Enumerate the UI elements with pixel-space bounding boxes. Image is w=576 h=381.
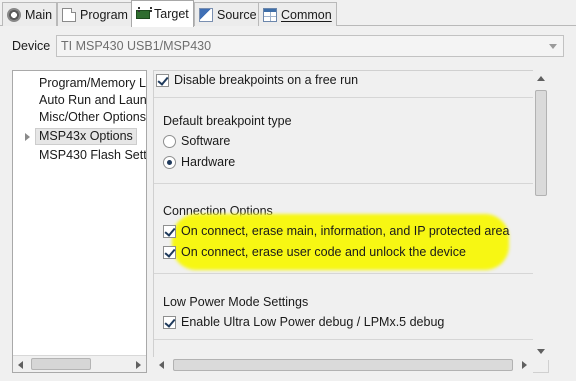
breakpoint-type-title: Default breakpoint type	[163, 114, 292, 128]
checkbox[interactable]	[163, 224, 176, 238]
gear-icon	[7, 7, 21, 22]
tab-bar: Main Program Target Source Common	[0, 0, 576, 27]
tab-label: Program	[80, 7, 128, 22]
tab-target[interactable]: Target	[131, 0, 194, 27]
tab-source[interactable]: Source	[194, 2, 262, 26]
checkbox[interactable]	[156, 73, 169, 87]
device-select[interactable]: TI MSP430 USB1/MSP430	[56, 35, 564, 57]
scroll-down-icon[interactable]	[537, 349, 545, 354]
radio-button[interactable]	[163, 155, 176, 169]
tree-horizontal-scrollbar[interactable]	[13, 355, 146, 372]
tab-label: Main	[25, 7, 53, 22]
option-label: On connect, erase user code and unlock t…	[181, 245, 466, 259]
divider	[154, 183, 539, 184]
panel-vertical-scrollbar[interactable]	[533, 70, 549, 360]
scroll-right-icon[interactable]	[136, 361, 141, 369]
disable-breakpoints-option[interactable]: Disable breakpoints on a free run	[156, 73, 358, 87]
tab-label: Common	[281, 7, 332, 22]
tab-label: Target	[154, 7, 189, 21]
document-icon	[62, 7, 76, 22]
chevron-down-icon[interactable]	[549, 44, 557, 49]
device-value: TI MSP430 USB1/MSP430	[61, 39, 212, 53]
settings-panel: Disable breakpoints on a free run Defaul…	[153, 70, 549, 373]
tree-item-program-memory[interactable]: Program/Memory L	[39, 75, 146, 92]
option-label: Enable Ultra Low Power debug / LPMx.5 de…	[181, 315, 445, 329]
scroll-up-icon[interactable]	[537, 76, 545, 81]
hardware-option[interactable]: Hardware	[163, 155, 235, 169]
scroll-left-icon[interactable]	[159, 361, 164, 369]
software-option[interactable]: Software	[163, 134, 230, 148]
tab-label: Source	[217, 7, 257, 22]
option-label: On connect, erase main, information, and…	[181, 224, 510, 238]
option-label: Hardware	[181, 155, 236, 169]
table-icon	[263, 7, 277, 22]
scroll-left-icon[interactable]	[18, 361, 23, 369]
divider	[154, 339, 539, 340]
ulp-debug-option[interactable]: Enable Ultra Low Power debug / LPMx.5 de…	[163, 315, 444, 329]
expand-arrow-icon[interactable]	[25, 133, 30, 141]
tree-item-misc-options[interactable]: Misc/Other Options	[39, 109, 146, 126]
scroll-thumb[interactable]	[535, 90, 547, 196]
option-label: Disable breakpoints on a free run	[174, 73, 359, 87]
tree-item-msp43x-options[interactable]: MSP43x Options	[35, 128, 137, 145]
source-icon	[199, 7, 213, 22]
highlight-marker	[172, 214, 509, 270]
scroll-right-icon[interactable]	[522, 361, 527, 369]
divider	[154, 97, 539, 98]
checkbox[interactable]	[163, 315, 176, 329]
device-label: Device	[12, 39, 51, 53]
erase-main-option[interactable]: On connect, erase main, information, and…	[163, 224, 509, 238]
option-label: Software	[181, 134, 231, 148]
tab-main[interactable]: Main	[2, 2, 58, 26]
panel-horizontal-scrollbar[interactable]	[153, 357, 533, 373]
scroll-thumb[interactable]	[31, 358, 91, 370]
tab-program[interactable]: Program	[57, 2, 133, 26]
divider	[154, 273, 539, 274]
radio-button[interactable]	[163, 134, 176, 148]
tree-item-flash-settings[interactable]: MSP430 Flash Settin	[39, 147, 146, 164]
chip-icon	[136, 6, 152, 19]
tree-item-auto-run[interactable]: Auto Run and Launc	[39, 92, 146, 109]
checkbox[interactable]	[163, 245, 176, 259]
tab-common[interactable]: Common	[258, 2, 337, 26]
scroll-thumb[interactable]	[173, 359, 513, 371]
erase-user-code-option[interactable]: On connect, erase user code and unlock t…	[163, 245, 466, 259]
low-power-title: Low Power Mode Settings	[163, 295, 309, 309]
options-tree: Program/Memory L Auto Run and Launc Misc…	[12, 70, 147, 373]
